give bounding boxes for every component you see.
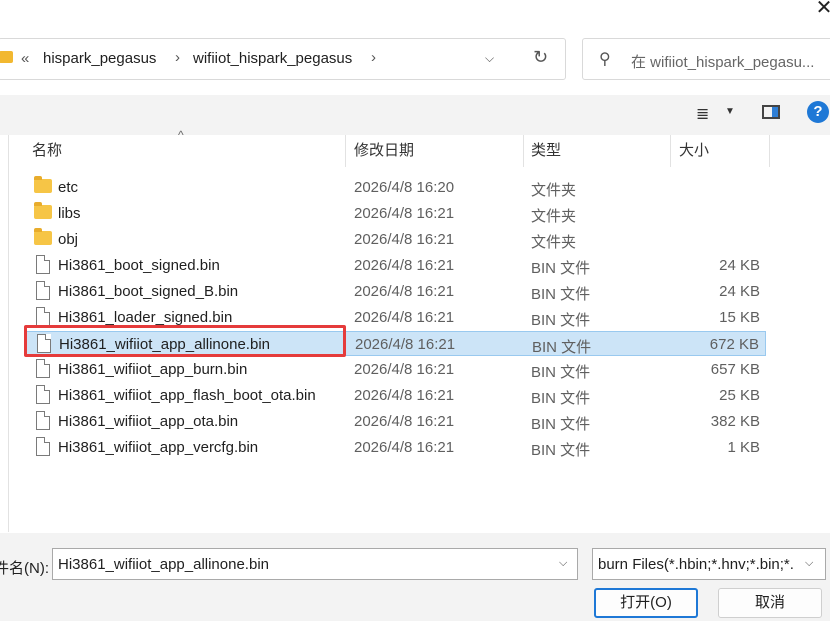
file-type: BIN 文件	[531, 260, 591, 277]
filename-value[interactable]: Hi3861_wifiiot_app_allinone.bin	[58, 556, 269, 573]
file-size: 25 KB	[719, 387, 760, 404]
file-row[interactable]: Hi3861_wifiiot_app_flash_boot_ota.bin 202…	[24, 383, 766, 408]
folder-icon	[0, 51, 13, 63]
file-type: BIN 文件	[531, 416, 591, 433]
file-date: 2026/4/8 16:21	[354, 283, 455, 300]
file-name: etc	[58, 179, 79, 196]
filetype-value[interactable]: burn Files(*.hbin;*.hnv;*.bin;*.	[598, 556, 794, 573]
file-row[interactable]: Hi3861_boot_signed.bin 2026/4/8 16:21 BIN …	[24, 253, 766, 278]
toolbar: ≣ ▼ ?	[0, 95, 830, 135]
file-name: Hi3861_loader_signed.bin	[58, 309, 233, 326]
file-date: 2026/4/8 16:21	[354, 309, 455, 326]
chevron-down-icon[interactable]: ⌵	[805, 557, 813, 570]
file-type: BIN 文件	[531, 286, 591, 303]
file-type: 文件夹	[531, 182, 577, 199]
annotation-highlight-box	[24, 325, 346, 357]
file-size: 657 KB	[710, 361, 760, 378]
file-type: BIN 文件	[532, 339, 592, 356]
column-divider[interactable]	[523, 135, 524, 167]
file-date: 2026/4/8 16:21	[354, 387, 455, 404]
file-date: 2026/4/8 16:21	[354, 413, 455, 430]
file-name: libs	[58, 205, 81, 222]
file-icon	[36, 359, 50, 378]
file-date: 2026/4/8 16:21	[354, 361, 455, 378]
file-row[interactable]: Hi3861_wifiiot_app_vercfg.bin 2026/4/8 16…	[24, 435, 766, 460]
search-input[interactable]: 在 wifiiot_hispark_pegasu...	[631, 51, 814, 72]
file-type: 文件夹	[531, 208, 577, 225]
folder-icon	[34, 228, 52, 245]
preview-pane-icon[interactable]	[762, 105, 780, 119]
file-name: Hi3861_boot_signed.bin	[58, 257, 220, 274]
chevron-down-icon[interactable]: ⌵	[485, 51, 494, 66]
file-date: 2026/4/8 16:21	[354, 439, 455, 456]
column-divider[interactable]	[769, 135, 770, 167]
file-icon	[36, 307, 50, 326]
column-header-date[interactable]: 修改日期	[354, 135, 414, 167]
filename-field[interactable]: Hi3861_wifiiot_app_allinone.bin ⌵	[52, 548, 578, 580]
file-date: 2026/4/8 16:21	[354, 231, 455, 248]
cancel-button[interactable]: 取消	[718, 588, 822, 618]
chevron-down-icon[interactable]: ⌵	[559, 557, 567, 570]
file-icon	[36, 385, 50, 404]
column-divider[interactable]	[670, 135, 671, 167]
file-date: 2026/4/8 16:20	[354, 179, 455, 196]
column-header-size[interactable]: 大小	[679, 135, 709, 167]
file-row[interactable]: etc 2026/4/8 16:20 文件夹	[24, 175, 766, 200]
file-icon	[36, 255, 50, 274]
close-icon[interactable]: ✕	[812, 0, 830, 20]
search-box[interactable]: ⚲ 在 wifiiot_hispark_pegasu...	[582, 38, 830, 80]
file-row[interactable]: Hi3861_wifiiot_app_burn.bin 2026/4/8 16:2…	[24, 357, 766, 382]
file-row[interactable]: libs 2026/4/8 16:21 文件夹	[24, 201, 766, 226]
file-name: Hi3861_wifiiot_app_vercfg.bin	[58, 439, 259, 456]
filetype-select[interactable]: burn Files(*.hbin;*.hnv;*.bin;*. ⌵	[592, 548, 826, 580]
open-button[interactable]: 打开(O)	[594, 588, 698, 618]
view-dropdown-icon[interactable]: ▼	[725, 106, 735, 117]
filename-label: 件名(N):	[0, 560, 49, 577]
file-size: 1 KB	[727, 439, 760, 456]
file-name: Hi3861_boot_signed_B.bin	[58, 283, 239, 300]
help-icon[interactable]: ?	[807, 101, 829, 123]
column-divider[interactable]	[345, 135, 346, 167]
file-name: obj	[58, 231, 79, 248]
file-name: Hi3861_wifiiot_app_burn.bin	[58, 361, 248, 378]
file-row[interactable]: obj 2026/4/8 16:21 文件夹	[24, 227, 766, 252]
file-icon	[36, 281, 50, 300]
back-chevron-icon[interactable]: «	[21, 50, 29, 67]
file-type: BIN 文件	[531, 442, 591, 459]
breadcrumb-hispark-pegasus[interactable]: hispark_pegasus	[43, 50, 156, 67]
address-bar[interactable]: « hispark_pegasus › wifiiot_hispark_pega…	[0, 38, 566, 80]
file-icon	[36, 411, 50, 430]
file-type: BIN 文件	[531, 390, 591, 407]
column-header-type[interactable]: 类型	[531, 135, 561, 167]
breadcrumb-separator-icon[interactable]: ›	[371, 49, 376, 66]
file-size: 15 KB	[719, 309, 760, 326]
column-header-name[interactable]: 名称	[32, 135, 62, 167]
sort-ascending-icon: ^	[178, 128, 184, 142]
view-options-icon[interactable]: ≣	[696, 104, 709, 124]
file-date: 2026/4/8 16:21	[355, 336, 456, 353]
file-date: 2026/4/8 16:21	[354, 205, 455, 222]
search-icon: ⚲	[599, 51, 611, 68]
file-type: 文件夹	[531, 234, 577, 251]
file-name: Hi3861_wifiiot_app_flash_boot_ota.bin	[58, 387, 316, 404]
file-icon	[36, 437, 50, 456]
file-name: Hi3861_wifiiot_app_ota.bin	[58, 413, 239, 430]
file-size: 672 KB	[709, 336, 759, 353]
breadcrumb-wifiiot-hispark-pegasus[interactable]: wifiiot_hispark_pegasus	[193, 50, 352, 67]
file-type: BIN 文件	[531, 312, 591, 329]
folder-icon	[34, 202, 52, 219]
file-size: 382 KB	[710, 413, 760, 430]
file-row[interactable]: Hi3861_boot_signed_B.bin 2026/4/8 16:21 BI…	[24, 279, 766, 304]
file-date: 2026/4/8 16:21	[354, 257, 455, 274]
file-row[interactable]: Hi3861_wifiiot_app_ota.bin 2026/4/8 16:21…	[24, 409, 766, 434]
breadcrumb-separator-icon[interactable]: ›	[175, 49, 180, 66]
refresh-icon[interactable]: ↻	[533, 47, 548, 68]
file-size: 24 KB	[719, 283, 760, 300]
file-type: BIN 文件	[531, 364, 591, 381]
folder-icon	[34, 176, 52, 193]
file-size: 24 KB	[719, 257, 760, 274]
